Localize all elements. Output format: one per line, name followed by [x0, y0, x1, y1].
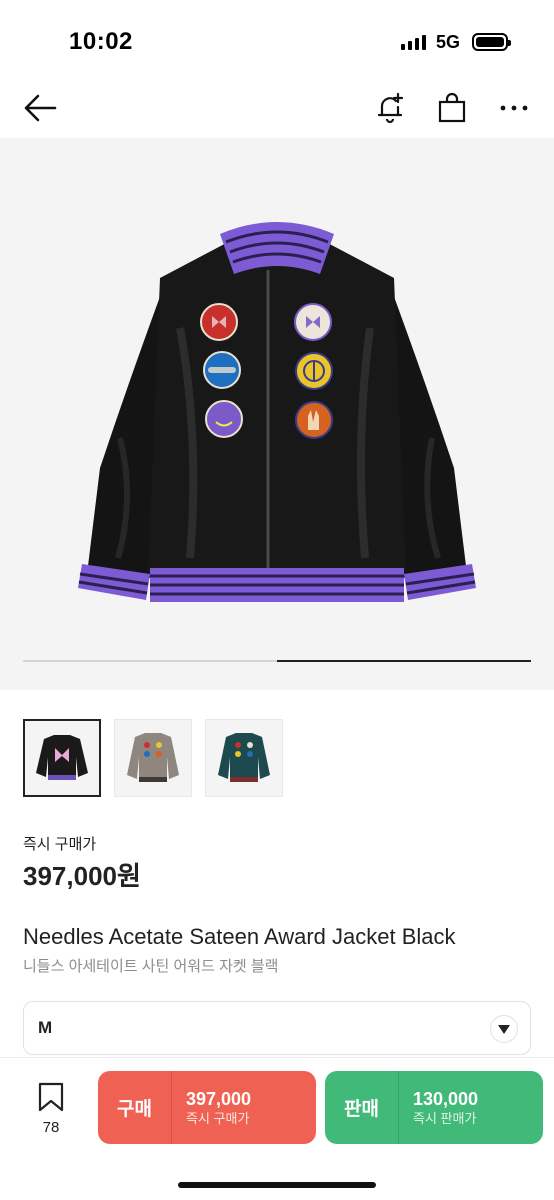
buy-button[interactable]: 구매 397,000 즉시 구매가 [98, 1071, 316, 1144]
buy-info: 397,000 즉시 구매가 [172, 1088, 251, 1128]
arrow-left-icon [24, 94, 57, 122]
thumbnail-2[interactable] [114, 719, 192, 797]
top-nav [0, 80, 554, 136]
status-bar: 10:02 5G [0, 0, 554, 80]
more-horizontal-icon [500, 105, 528, 111]
sell-info: 130,000 즉시 판매가 [399, 1088, 478, 1128]
price-alert-button[interactable] [372, 90, 408, 126]
product-subtitle: 니들스 아세테이트 사틴 어워드 자켓 블랙 [23, 958, 279, 975]
size-selected-value: M [38, 1018, 53, 1037]
sell-price: 130,000 [413, 1088, 479, 1109]
buy-price: 397,000 [186, 1088, 252, 1109]
sell-sub-label: 즉시 판매가 [413, 1110, 477, 1126]
thumbnail-1[interactable] [23, 719, 101, 797]
wishlist-count: 78 [42, 1119, 60, 1136]
status-time: 10:02 [69, 28, 133, 55]
carousel-progress-indicator [277, 660, 531, 662]
product-title: Needles Acetate Sateen Award Jacket Blac… [23, 924, 456, 949]
product-image-carousel[interactable] [0, 138, 554, 690]
buy-sub-label: 즉시 구매가 [186, 1110, 250, 1126]
size-select[interactable]: M [23, 1001, 531, 1055]
bookmark-icon [38, 1082, 64, 1112]
more-button[interactable] [496, 90, 532, 126]
bottom-action-bar: 78 구매 397,000 즉시 구매가 판매 130,000 즉시 판매가 [0, 1057, 554, 1200]
battery-icon [472, 33, 511, 51]
home-indicator [178, 1182, 376, 1188]
thumbnail-list [23, 719, 283, 797]
wishlist-button[interactable]: 78 [30, 1082, 72, 1136]
signal-icon [400, 34, 426, 50]
instant-buy-price-label: 즉시 구매가 [23, 836, 97, 853]
sell-label: 판매 [344, 1099, 379, 1120]
jacket-thumbnail-teal [218, 733, 270, 782]
instant-buy-price: 397,000원 [23, 861, 141, 891]
cart-button[interactable] [434, 90, 470, 126]
chevron-down-icon [490, 1015, 518, 1043]
status-icons: 5G [400, 30, 511, 54]
shopping-bag-icon [438, 92, 466, 123]
buy-label: 구매 [117, 1099, 152, 1120]
back-button[interactable] [22, 90, 58, 126]
bell-plus-icon [377, 92, 404, 124]
thumbnail-3[interactable] [205, 719, 283, 797]
jacket-thumbnail-grey [127, 733, 179, 782]
jacket-thumbnail-black [36, 735, 88, 780]
sell-button[interactable]: 판매 130,000 즉시 판매가 [325, 1071, 543, 1144]
jacket-image [78, 222, 476, 602]
network-label: 5G [435, 31, 460, 52]
